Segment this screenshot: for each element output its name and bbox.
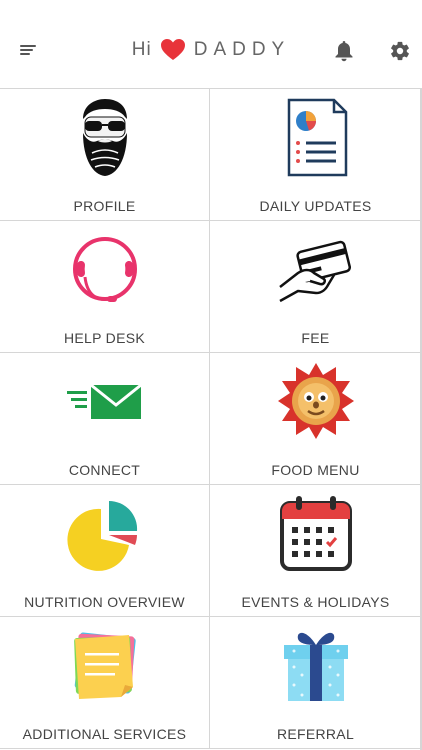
greeting-text: Hi (131, 38, 152, 60)
envelope-icon (66, 383, 142, 419)
tile-fee[interactable]: FEE (210, 221, 421, 353)
tile-profile[interactable]: PROFILE (0, 89, 210, 221)
tile-connect[interactable]: CONNECT (0, 353, 210, 485)
gear-icon[interactable] (389, 40, 411, 62)
tile-label: EVENTS & HOLIDAYS (241, 594, 390, 610)
user-name: DADDY (193, 38, 291, 60)
gift-box-icon (283, 632, 348, 701)
tile-referral[interactable]: REFERRAL (210, 617, 421, 749)
feature-grid: PROFILE DAILY UPDATES HELP DESK FEE CONN… (0, 88, 421, 749)
tile-daily-updates[interactable]: DAILY UPDATES (210, 89, 421, 221)
pancake-face-icon (277, 363, 354, 439)
tile-label: FOOD MENU (271, 462, 360, 478)
tile-label: NUTRITION OVERVIEW (24, 594, 185, 610)
tile-label: HELP DESK (63, 330, 146, 346)
top-bar: Hi DADDY (0, 0, 422, 88)
card-payment-icon (278, 240, 351, 303)
tile-label: DAILY UPDATES (259, 198, 372, 214)
sticky-notes-icon (73, 632, 136, 699)
tile-label: ADDITIONAL SERVICES (22, 726, 187, 742)
headset-icon (72, 237, 137, 302)
tile-label: PROFILE (73, 198, 136, 214)
tile-additional-services[interactable]: ADDITIONAL SERVICES (0, 617, 210, 749)
tile-nutrition-overview[interactable]: NUTRITION OVERVIEW (0, 485, 210, 617)
tile-help-desk[interactable]: HELP DESK (0, 221, 210, 353)
tile-events-holidays[interactable]: EVENTS & HOLIDAYS (210, 485, 421, 617)
calendar-icon (279, 496, 352, 571)
tile-label: FEE (301, 330, 330, 346)
bearded-man-icon (82, 99, 127, 176)
bell-icon[interactable] (334, 40, 354, 62)
tile-food-menu[interactable]: FOOD MENU (210, 353, 421, 485)
report-document-icon (287, 98, 347, 177)
app-title: Hi DADDY (0, 38, 422, 61)
tile-label: CONNECT (68, 462, 141, 478)
pie-chart-icon (66, 500, 137, 571)
tile-label: REFERRAL (276, 726, 355, 742)
heart-icon (160, 39, 185, 60)
